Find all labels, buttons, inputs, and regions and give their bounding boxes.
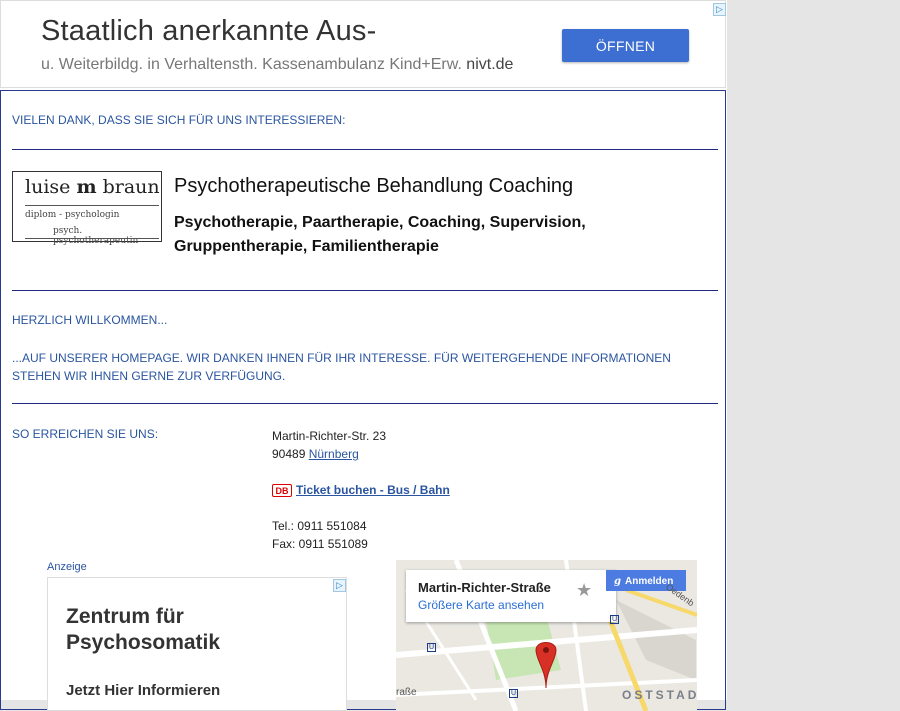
logo-subtitle-1: diplom - psychologin	[25, 210, 120, 220]
adchoices-icon[interactable]: ▷	[713, 3, 726, 16]
fax-number: Fax: 0911 551089	[272, 537, 368, 551]
map-info-card: Martin-Richter-Straße Größere Karte anse…	[406, 570, 616, 622]
ad-domain: nivt.de	[466, 56, 514, 73]
ad2-title[interactable]: Zentrum für Psychosomatik	[66, 604, 306, 656]
page-title: Psychotherapeutische Behandlung Coaching	[174, 175, 574, 197]
marker-dot	[543, 647, 549, 653]
ad-subline[interactable]: u. Weiterbildg. in Verhaltensth. Kassena…	[41, 56, 513, 74]
phone-number: Tel.: 0911 551084	[272, 519, 367, 533]
address-city-line: 90489 Nürnberg	[272, 445, 450, 463]
divider	[12, 403, 718, 404]
thanks-heading: VIELEN DANK, DASS SIE SICH FÜR UNS INTER…	[12, 113, 346, 127]
logo-rule	[25, 205, 159, 206]
logo-name-left: luise	[25, 176, 71, 198]
map-street-name: Martin-Richter-Straße	[418, 580, 551, 595]
intro-text: ...AUF UNSERER HOMEPAGE. WIR DANKEN IHNE…	[12, 351, 671, 383]
top-advertisement[interactable]: Staatlich anerkannte Aus- u. Weiterbildg…	[0, 0, 726, 88]
logo: luise m braun diplom - psychologin psych…	[12, 171, 162, 246]
ad-label: Anzeige	[47, 561, 87, 573]
page: Staatlich anerkannte Aus- u. Weiterbildg…	[0, 0, 727, 711]
divider	[12, 149, 718, 150]
logo-mark: m	[76, 176, 97, 198]
save-star-icon[interactable]: ★	[576, 580, 592, 601]
logo-name-right: braun	[102, 176, 160, 198]
transit-icon: U	[610, 615, 619, 624]
ticket-link[interactable]: Ticket buchen - Bus / Bahn	[296, 483, 450, 497]
larger-map-link[interactable]: Größere Karte ansehen	[418, 598, 544, 612]
adchoices-icon[interactable]: ▷	[333, 579, 346, 592]
welcome-text: HERZLICH WILLKOMMEN...	[12, 313, 168, 327]
ad2-cta[interactable]: Jetzt Hier Informieren	[66, 682, 220, 699]
ticket-line: DB Ticket buchen - Bus / Bahn	[272, 481, 450, 499]
ad-subline-text: u. Weiterbildg. in Verhaltensth. Kassena…	[41, 56, 462, 73]
ad-open-button[interactable]: ÖFFNEN	[562, 29, 689, 62]
logo-name: luise m braun	[25, 176, 160, 198]
address-block: Martin-Richter-Str. 23 90489 Nürnberg DB…	[272, 427, 450, 553]
embedded-map[interactable]: Martin-Richter-Straße Größere Karte anse…	[396, 560, 697, 711]
main-content: VIELEN DANK, DASS SIE SICH FÜR UNS INTER…	[0, 90, 726, 711]
transit-icon: U	[509, 689, 518, 698]
address-zip: 90489	[272, 447, 306, 461]
logo-rule	[25, 238, 159, 239]
transit-icon: U	[427, 643, 436, 652]
contact-label: SO ERREICHEN SIE UNS:	[12, 427, 159, 441]
logo-subtitle-2: psych. psychotherapeutin	[53, 226, 139, 246]
city-link[interactable]: Nürnberg	[309, 447, 359, 461]
db-icon: DB	[272, 484, 292, 498]
google-icon: g	[614, 576, 621, 587]
divider	[12, 290, 718, 291]
address-street: Martin-Richter-Str. 23	[272, 429, 387, 443]
side-advertisement[interactable]: Zentrum für Psychosomatik Jetzt Hier Inf…	[47, 577, 347, 711]
ad-headline[interactable]: Staatlich anerkannte Aus-	[41, 15, 376, 48]
services-list: Psychotherapie, Paartherapie, Coaching, …	[174, 214, 586, 255]
map-street-fragment: raße	[396, 687, 417, 698]
